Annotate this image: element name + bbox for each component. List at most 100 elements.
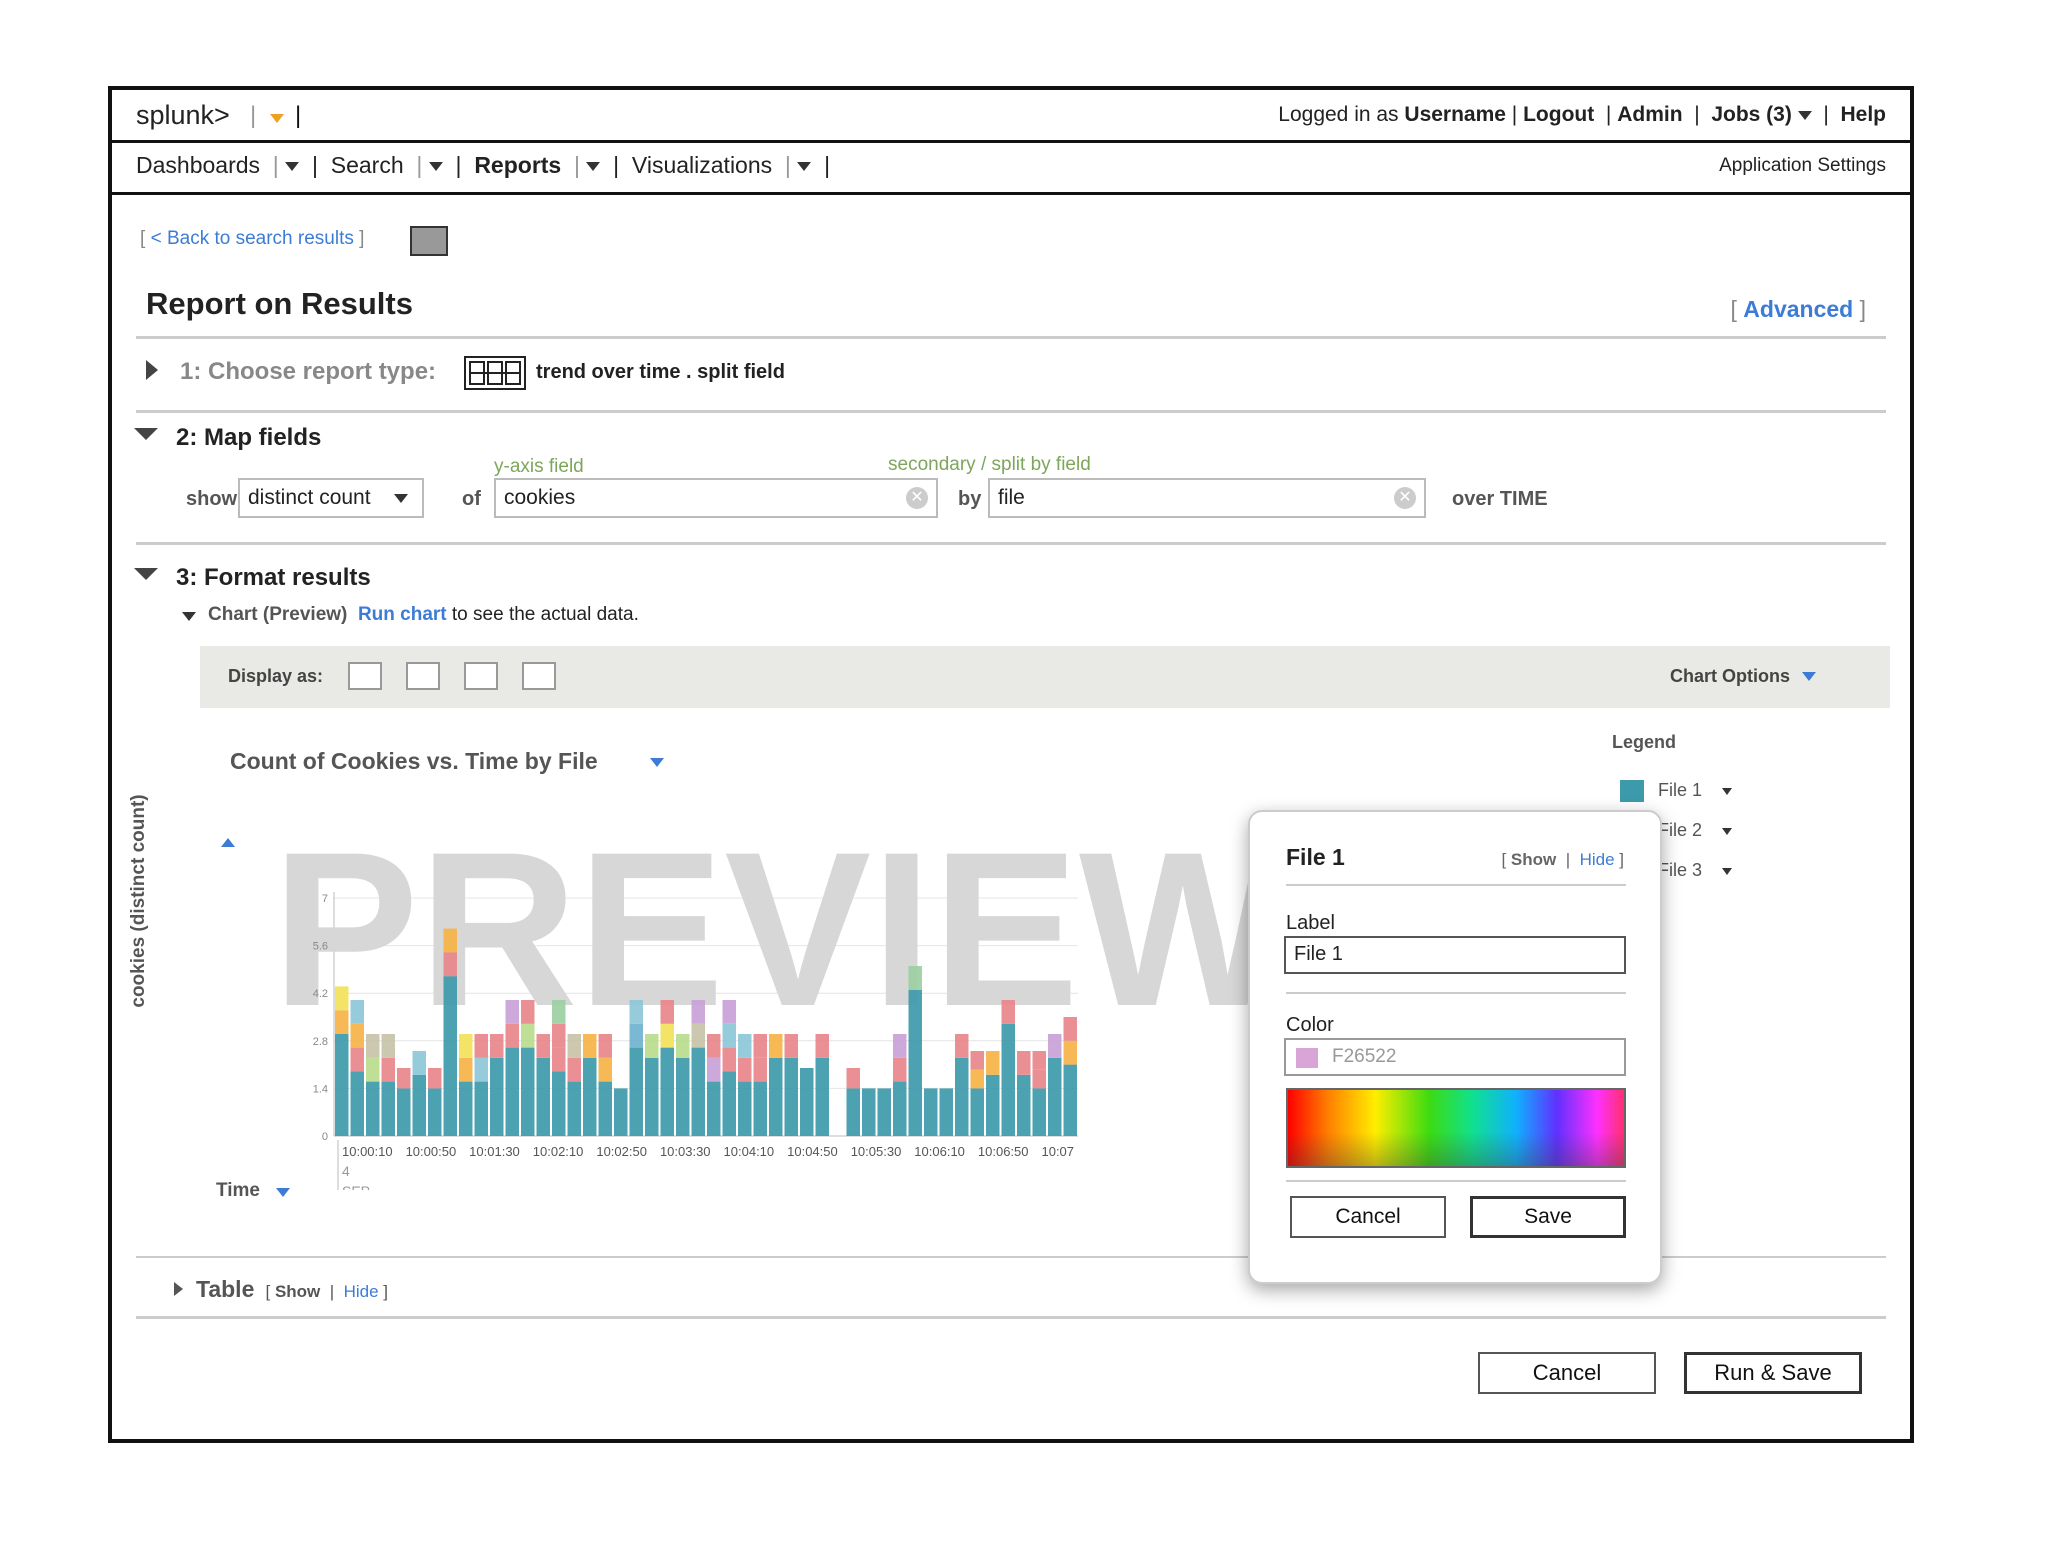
bar-segment xyxy=(753,1057,767,1082)
bar-segment xyxy=(412,1074,426,1136)
legend-swatch[interactable] xyxy=(1620,780,1644,802)
cancel-button[interactable]: Cancel xyxy=(1478,1352,1656,1394)
expand-step1-icon[interactable] xyxy=(146,360,158,380)
series-editor-popup: File 1 [ Show | Hide ] Label File 1 Colo… xyxy=(1248,810,1662,1284)
y-axis-field-input[interactable]: cookies ✕ xyxy=(494,478,938,518)
nav-dashboards[interactable]: Dashboards xyxy=(136,152,260,178)
legend-item-file3[interactable]: File 3 xyxy=(1658,860,1702,881)
x-tick-label: 10:02:50 xyxy=(596,1144,647,1159)
legend-chevron-down-icon[interactable] xyxy=(1722,828,1732,835)
bar-segment xyxy=(505,1023,519,1048)
function-select[interactable]: distinct count xyxy=(238,478,424,518)
bar-segment xyxy=(970,1088,984,1136)
logout-link[interactable]: Logout xyxy=(1523,103,1594,126)
visualizations-chevron-down-icon[interactable] xyxy=(797,162,812,172)
x-tick-label: 10:07 xyxy=(1041,1144,1074,1159)
expand-table-icon[interactable] xyxy=(174,1282,183,1296)
split-field-input[interactable]: file ✕ xyxy=(988,478,1426,518)
bar-segment xyxy=(459,1034,473,1058)
popup-hide-link[interactable]: Hide xyxy=(1580,850,1615,869)
clear-icon[interactable]: ✕ xyxy=(906,487,928,509)
x-tick-label: 10:06:10 xyxy=(914,1144,965,1159)
bar-segment xyxy=(459,1057,473,1082)
bar-segment xyxy=(552,1047,566,1072)
bar-segment xyxy=(552,1071,566,1136)
back-to-search-link[interactable]: Back to search results xyxy=(167,228,354,249)
run-save-button[interactable]: Run & Save xyxy=(1684,1352,1862,1394)
y-axis-chevron-up-icon[interactable] xyxy=(221,838,235,847)
bar-segment xyxy=(769,1034,783,1058)
stacked-bar-chart: PREVIEW 75.64.22.81.40 10:00:10 10:00:50 1… xyxy=(272,806,1252,1190)
date-label-part: SEP xyxy=(342,1183,370,1190)
bar-segment xyxy=(629,1023,643,1048)
collapse-step2-icon[interactable] xyxy=(134,428,158,440)
x-axis-chevron-down-icon[interactable] xyxy=(276,1188,290,1197)
jobs-chevron-down-icon[interactable] xyxy=(1797,110,1812,120)
step3-label: 3: Format results xyxy=(176,564,371,591)
nav-search[interactable]: Search xyxy=(331,152,404,178)
collapse-chart-icon[interactable] xyxy=(182,612,196,621)
bar-segment xyxy=(397,1068,411,1089)
bar-segment xyxy=(443,1000,457,1136)
y-tick-label: 0 xyxy=(322,1131,328,1143)
bar-segment xyxy=(970,1069,984,1089)
by-label: by xyxy=(958,488,982,510)
label-caption: Label xyxy=(1286,912,1335,934)
collapse-step3-icon[interactable] xyxy=(134,568,158,580)
popup-save-button[interactable]: Save xyxy=(1470,1196,1626,1238)
bar-segment xyxy=(474,1057,488,1082)
nav-visualizations[interactable]: Visualizations xyxy=(632,152,772,178)
display-type-button[interactable] xyxy=(348,662,382,690)
x-tick-label: 10:05:30 xyxy=(851,1144,902,1159)
admin-link[interactable]: Admin xyxy=(1617,103,1682,126)
display-type-button[interactable] xyxy=(406,662,440,690)
help-link[interactable]: Help xyxy=(1840,103,1886,126)
color-spectrum-picker[interactable] xyxy=(1286,1088,1626,1168)
chart-title-chevron-down-icon[interactable] xyxy=(650,758,664,767)
bar-segment xyxy=(552,1023,566,1048)
app-menu-chevron-down-icon[interactable] xyxy=(270,114,284,123)
popup-cancel-button[interactable]: Cancel xyxy=(1290,1196,1446,1238)
jobs-link[interactable]: Jobs (3) xyxy=(1711,103,1792,126)
bar-segment xyxy=(397,1088,411,1136)
table-show-link[interactable]: Show xyxy=(275,1282,320,1301)
splunk-logo[interactable]: splunk> xyxy=(136,100,230,131)
bar-segment xyxy=(955,1057,969,1136)
legend-title: Legend xyxy=(1612,732,1677,752)
bar-segment xyxy=(335,986,349,1011)
bar-segment xyxy=(474,1081,488,1136)
bar-segment xyxy=(800,1068,814,1136)
table-hide-link[interactable]: Hide xyxy=(344,1282,379,1301)
display-type-button[interactable] xyxy=(522,662,556,690)
report-type-icon[interactable] xyxy=(464,356,526,390)
username[interactable]: Username xyxy=(1404,103,1506,126)
legend-item-file2[interactable]: File 2 xyxy=(1658,820,1702,841)
chart-title[interactable]: Count of Cookies vs. Time by File xyxy=(230,748,598,775)
application-settings-link[interactable]: Application Settings xyxy=(1719,155,1886,177)
legend-chevron-down-icon[interactable] xyxy=(1722,788,1732,795)
divider xyxy=(136,1316,1886,1319)
bar-segment xyxy=(676,1057,690,1136)
chart-options-menu[interactable]: Chart Options xyxy=(1670,666,1790,687)
bar-segment xyxy=(428,1068,442,1089)
run-chart-link[interactable]: Run chart xyxy=(358,604,447,625)
popup-show-link[interactable]: Show xyxy=(1511,850,1556,869)
chart-options-chevron-down-icon[interactable] xyxy=(1802,672,1816,681)
dashboards-chevron-down-icon[interactable] xyxy=(285,162,300,172)
save-search-icon[interactable] xyxy=(410,226,448,256)
legend-item-file1[interactable]: File 1 xyxy=(1658,780,1702,801)
nav-reports[interactable]: Reports xyxy=(474,152,561,178)
bar-segment xyxy=(1032,1051,1046,1070)
advanced-link[interactable]: Advanced xyxy=(1743,296,1853,322)
bar-segment xyxy=(366,1034,380,1058)
search-chevron-down-icon[interactable] xyxy=(428,162,443,172)
show-label: show xyxy=(186,488,238,510)
bar-segment xyxy=(536,1034,550,1058)
display-type-button[interactable] xyxy=(464,662,498,690)
color-hex-input[interactable]: F26522 xyxy=(1284,1038,1626,1076)
reports-chevron-down-icon[interactable] xyxy=(586,162,601,172)
series-label-input[interactable]: File 1 xyxy=(1284,936,1626,974)
clear-icon[interactable]: ✕ xyxy=(1394,487,1416,509)
bar-segment xyxy=(412,1051,426,1075)
legend-chevron-down-icon[interactable] xyxy=(1722,868,1732,875)
